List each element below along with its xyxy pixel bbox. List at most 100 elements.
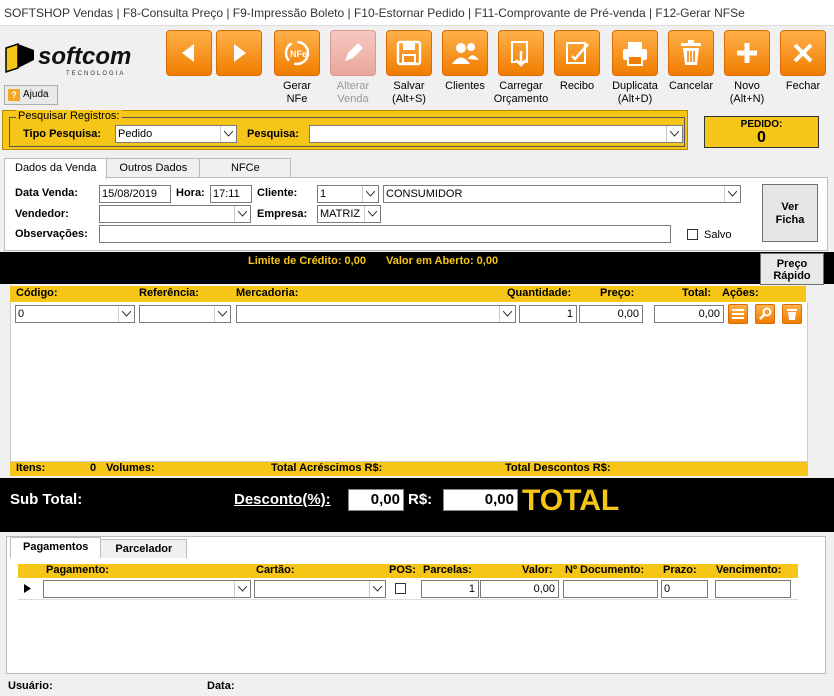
total-field[interactable]: 0,00: [654, 305, 724, 323]
prev-button[interactable]: [166, 30, 212, 76]
tab-pagamentos[interactable]: Pagamentos: [10, 537, 102, 558]
desconto-rs-field[interactable]: 0,00: [443, 489, 518, 511]
trash-icon: [787, 309, 797, 320]
cancelar-button[interactable]: [668, 30, 714, 76]
help-button[interactable]: ? Ajuda: [4, 85, 58, 105]
arrow-right-icon: [234, 44, 246, 62]
ver-ficha-button[interactable]: Ver Ficha: [762, 184, 818, 242]
tab-dados-venda[interactable]: Dados da Venda: [4, 158, 108, 179]
data-venda-field[interactable]: 15/08/2019: [99, 185, 171, 203]
col-cartao: Cartão:: [256, 564, 295, 576]
desconto-pct-label: Desconto(%):: [234, 491, 331, 508]
chevron-down-icon: [234, 206, 250, 222]
status-bar: Usuário: Data:: [0, 676, 834, 696]
clients-icon: [452, 43, 479, 64]
hora-field[interactable]: 17:11: [210, 185, 252, 203]
data-label: Data:: [207, 680, 235, 692]
desconto-rs-label: R$:: [408, 491, 433, 508]
col-prazo: Prazo:: [663, 564, 697, 576]
col-pagamento: Pagamento:: [46, 564, 109, 576]
next-button[interactable]: [216, 30, 262, 76]
fechar-button[interactable]: [780, 30, 826, 76]
hora-label: Hora:: [176, 187, 205, 199]
trash-icon: [681, 40, 701, 65]
col-vencimento: Vencimento:: [716, 564, 782, 576]
tab-outros-dados[interactable]: Outros Dados: [106, 158, 201, 178]
search-input[interactable]: [309, 125, 683, 143]
total-label: TOTAL: [522, 484, 620, 517]
col-acoes: Ações:: [722, 287, 759, 299]
cliente-name-select[interactable]: CONSUMIDOR: [383, 185, 741, 203]
codigo-select[interactable]: 0: [15, 305, 135, 323]
chevron-down-icon: [724, 186, 740, 202]
acrescimos-label: Total Acréscimos R$:: [271, 462, 383, 474]
observacoes-field[interactable]: [99, 225, 671, 243]
itens-value: 0: [90, 462, 97, 474]
volumes-label: Volumes:: [106, 462, 155, 474]
arrow-left-icon: [182, 44, 194, 62]
row-indicator-icon: [24, 584, 31, 593]
col-mercadoria: Mercadoria:: [236, 287, 299, 299]
alterar-venda-button[interactable]: [330, 30, 376, 76]
search-panel: Pesquisar Registros: Tipo Pesquisa: Pedi…: [2, 110, 688, 150]
itens-label: Itens:: [16, 462, 46, 474]
recibo-label: Recibo: [559, 80, 595, 92]
col-documento: Nº Documento:: [565, 564, 645, 576]
window-title: SOFTSHOP Vendas | F8-Consulta Preço | F9…: [0, 0, 834, 26]
vendedor-select[interactable]: [99, 205, 251, 223]
referencia-select[interactable]: [139, 305, 231, 323]
venda-panel: Data Venda: 15/08/2019 Hora: 17:11 Clien…: [4, 177, 828, 251]
clientes-button[interactable]: [442, 30, 488, 76]
search-type-select[interactable]: Pedido: [115, 125, 237, 143]
preco-rapido-button[interactable]: Preço Rápido: [760, 253, 824, 285]
col-total: Total:: [682, 287, 712, 299]
search-action-button[interactable]: [755, 304, 775, 324]
salvar-button[interactable]: [386, 30, 432, 76]
pos-checkbox[interactable]: [395, 583, 406, 594]
save-icon: [396, 40, 422, 66]
salvo-checkbox[interactable]: [687, 229, 698, 240]
valor-aberto: Valor em Aberto: 0,00: [386, 255, 499, 267]
chevron-down-icon: [118, 306, 134, 322]
pagamento-select[interactable]: [43, 580, 251, 598]
duplicata-button[interactable]: [612, 30, 658, 76]
observacoes-label: Observações:: [15, 228, 88, 240]
documento-field[interactable]: [563, 580, 658, 598]
prazo-field[interactable]: 0: [661, 580, 708, 598]
list-icon: [732, 309, 744, 319]
recibo-button[interactable]: [554, 30, 600, 76]
receipt-icon: [566, 42, 589, 64]
items-grid-header: Código: Referência: Mercadoria: Quantida…: [10, 286, 806, 302]
carregar-orcamento-button[interactable]: [498, 30, 544, 76]
subtotal-bar: Sub Total: Desconto(%): 0,00 R$: 0,00 TO…: [0, 478, 834, 532]
quantidade-field[interactable]: 1: [519, 305, 577, 323]
tab-parcelador[interactable]: Parcelador: [100, 539, 188, 558]
tab-nfce[interactable]: NFCe: [199, 158, 292, 178]
cartao-select[interactable]: [254, 580, 386, 598]
mercadoria-select[interactable]: [236, 305, 516, 323]
edit-icon: [345, 43, 363, 61]
printer-icon: [623, 42, 647, 66]
cliente-code-select[interactable]: 1: [317, 185, 379, 203]
vencimento-field[interactable]: [715, 580, 791, 598]
pagamentos-tabs: Pagamentos Parcelador: [10, 537, 188, 558]
empresa-select[interactable]: MATRIZ: [317, 205, 381, 223]
logo-text: softcom: [38, 43, 131, 70]
svg-text:NFe: NFe: [290, 49, 307, 59]
novo-button[interactable]: [724, 30, 770, 76]
chevron-down-icon: [666, 126, 682, 142]
col-pos: POS:: [389, 564, 416, 576]
chevron-down-icon: [499, 306, 515, 322]
gerar-nfe-button[interactable]: NFe: [274, 30, 320, 76]
list-action-button[interactable]: [728, 304, 748, 324]
desconto-pct-field[interactable]: 0,00: [348, 489, 404, 511]
chevron-down-icon: [364, 206, 380, 222]
preco-field[interactable]: 0,00: [579, 305, 643, 323]
search-legend: Pesquisar Registros:: [16, 110, 122, 122]
cliente-label: Cliente:: [257, 187, 298, 199]
toolbar: softcom TECNOLOGIA NFe Gerar NFe Alterar…: [0, 26, 834, 110]
parcelas-field[interactable]: 1: [421, 580, 479, 598]
search-type-label: Tipo Pesquisa:: [23, 128, 102, 140]
valor-field[interactable]: 0,00: [480, 580, 559, 598]
delete-action-button[interactable]: [782, 304, 802, 324]
